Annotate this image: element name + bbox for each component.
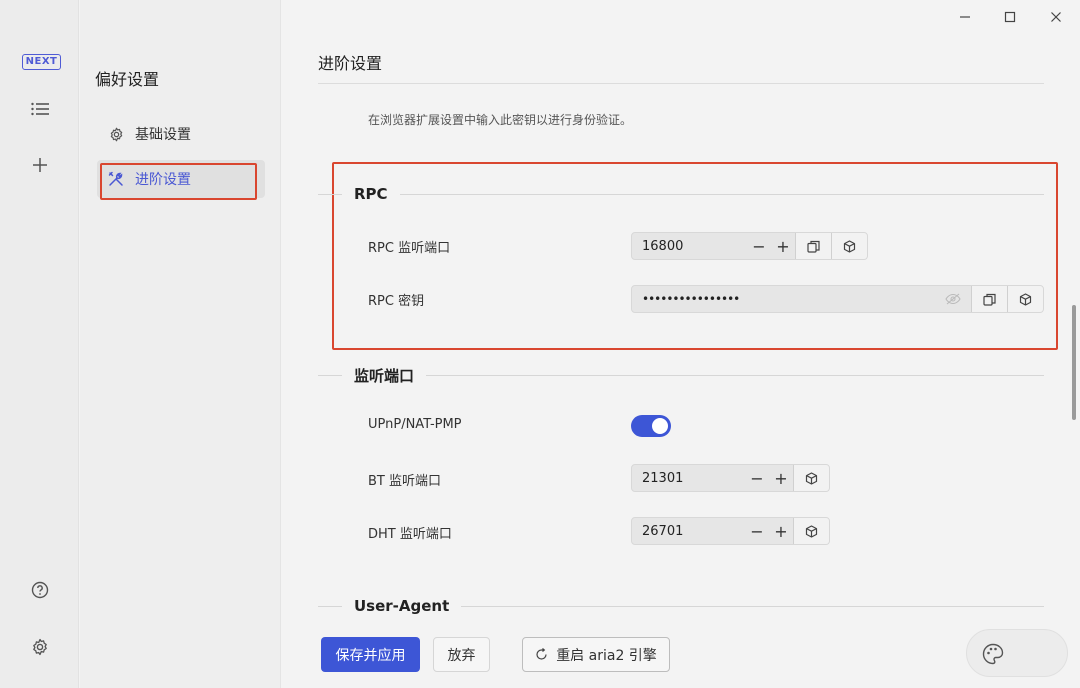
theme-toggle-button[interactable] — [966, 629, 1068, 677]
discard-button[interactable]: 放弃 — [433, 637, 490, 672]
restart-engine-label: 重启 aria2 引擎 — [556, 647, 657, 664]
refresh-icon — [535, 648, 548, 661]
dht-port-label: DHT 监听端口 — [368, 527, 452, 542]
eye-off-icon — [945, 293, 961, 305]
icon-rail: NEXT — [0, 0, 79, 688]
sidebar-item-basic[interactable]: 基础设置 — [97, 115, 265, 153]
increment-icon[interactable]: + — [774, 469, 787, 488]
sidebar-title: 偏好设置 — [95, 70, 160, 89]
help-icon — [31, 581, 49, 599]
sidebar-item-label: 进阶设置 — [135, 172, 191, 188]
user-agent-section-heading: User-Agent — [318, 596, 1044, 616]
app-logo: NEXT — [22, 54, 61, 70]
task-list-button[interactable] — [28, 97, 52, 121]
palette-icon — [981, 642, 1005, 670]
bt-port-field[interactable]: 21301 − + — [631, 464, 830, 492]
bt-port-label: BT 监听端口 — [368, 474, 441, 489]
dice-icon — [1019, 292, 1032, 306]
list-icon — [31, 102, 49, 116]
title-divider — [318, 83, 1044, 84]
rpc-secret-label: RPC 密钥 — [368, 294, 425, 309]
rpc-port-field[interactable]: 16800 − + — [631, 232, 868, 260]
restart-engine-button[interactable]: 重启 aria2 引擎 — [522, 637, 670, 672]
dht-port-value[interactable]: 26701 — [632, 524, 745, 539]
copy-port-button[interactable] — [795, 233, 831, 259]
copy-secret-button[interactable] — [971, 286, 1007, 312]
add-task-button[interactable] — [28, 153, 52, 177]
rpc-secret-field[interactable]: •••••••••••••••• — [631, 285, 1044, 313]
sidebar-item-label: 基础设置 — [135, 127, 191, 143]
random-dht-port-button[interactable] — [793, 518, 829, 544]
settings-button[interactable] — [28, 635, 52, 659]
listen-section-heading: 监听端口 — [318, 365, 1044, 385]
dice-icon — [843, 239, 856, 253]
gear-icon — [107, 125, 125, 143]
dht-port-stepper[interactable]: − + — [745, 522, 793, 541]
random-port-button[interactable] — [831, 233, 867, 259]
rpc-port-label: RPC 监听端口 — [368, 241, 451, 256]
plus-icon — [33, 158, 47, 172]
decrement-icon[interactable]: − — [750, 522, 763, 541]
dice-icon — [805, 524, 818, 538]
copy-icon — [983, 293, 996, 306]
save-apply-button[interactable]: 保存并应用 — [321, 637, 420, 672]
upnp-toggle[interactable] — [631, 415, 671, 437]
upnp-label: UPnP/NAT-PMP — [368, 417, 462, 432]
scrollbar-thumb[interactable] — [1072, 305, 1076, 420]
random-secret-button[interactable] — [1007, 286, 1043, 312]
gear-icon — [33, 638, 47, 656]
tools-icon — [107, 170, 125, 188]
rpc-secret-value[interactable]: •••••••••••••••• — [632, 292, 935, 306]
page-title: 进阶设置 — [318, 54, 383, 73]
toggle-visibility-button[interactable] — [935, 293, 971, 305]
dice-icon — [805, 471, 818, 485]
increment-icon[interactable]: + — [774, 522, 787, 541]
rpc-port-stepper[interactable]: − + — [747, 237, 795, 256]
copy-icon — [807, 240, 820, 253]
decrement-icon[interactable]: − — [752, 237, 765, 256]
sidebar-item-advanced[interactable]: 进阶设置 — [97, 160, 265, 200]
secret-hint-text: 在浏览器扩展设置中输入此密钥以进行身份验证。 — [368, 113, 633, 127]
bt-port-value[interactable]: 21301 — [632, 471, 745, 486]
help-button[interactable] — [28, 578, 52, 602]
dht-port-field[interactable]: 26701 − + — [631, 517, 830, 545]
bt-port-stepper[interactable]: − + — [745, 469, 793, 488]
random-bt-port-button[interactable] — [793, 465, 829, 491]
preferences-sidebar: 偏好设置 基础设置 进阶设置 — [80, 0, 281, 688]
rpc-port-value[interactable]: 16800 — [632, 239, 747, 254]
rpc-section-heading: RPC — [318, 184, 1044, 204]
decrement-icon[interactable]: − — [750, 469, 763, 488]
settings-panel: 进阶设置 在浏览器扩展设置中输入此密钥以进行身份验证。 RPC RPC 监听端口… — [282, 0, 1080, 688]
increment-icon[interactable]: + — [776, 237, 789, 256]
